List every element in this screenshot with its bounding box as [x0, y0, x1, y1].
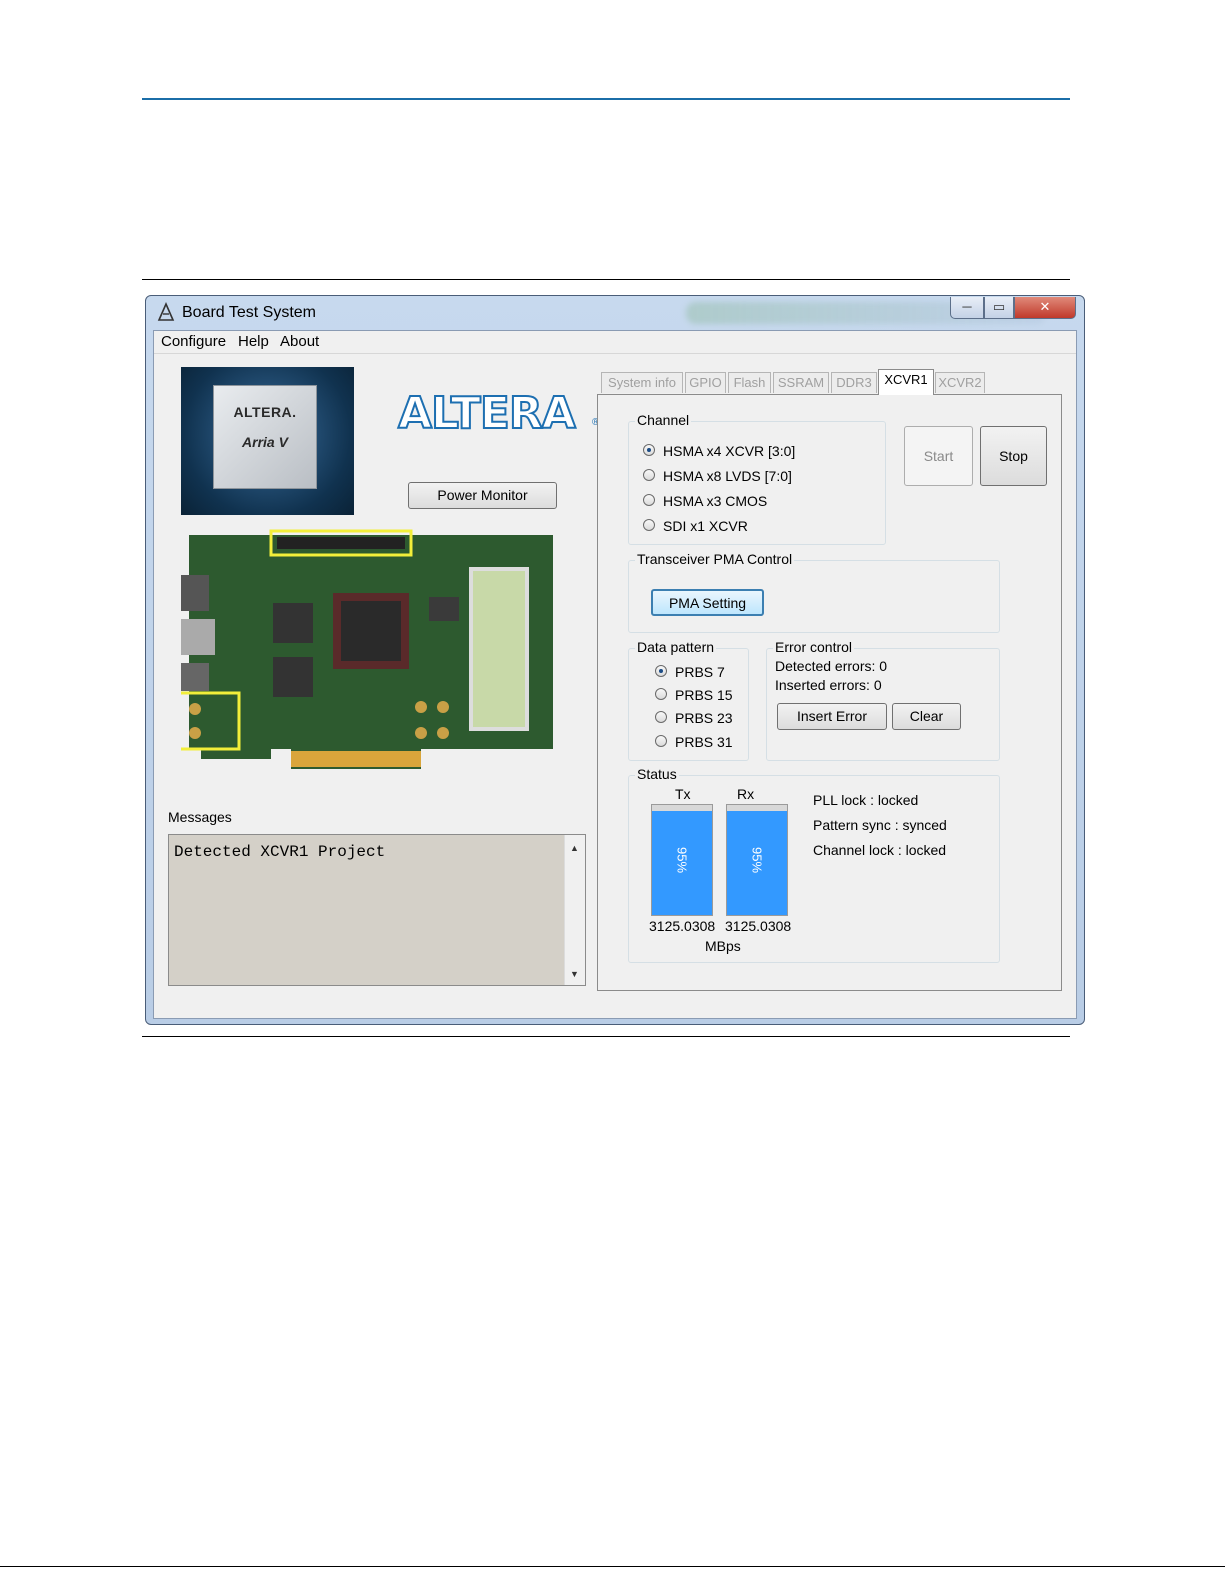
- tab-gpio[interactable]: GPIO: [685, 372, 726, 393]
- tx-rate-text: 3125.0308: [649, 918, 716, 934]
- channel-option-hsma-x4-xcvr[interactable]: HSMA x4 XCVR [3:0]: [643, 442, 795, 460]
- tab-xcvr2[interactable]: XCVR2: [935, 372, 985, 393]
- pattern-option-prbs31[interactable]: PRBS 31: [655, 733, 733, 751]
- tab-xcvr1[interactable]: XCVR1: [878, 369, 934, 395]
- messages-label: Messages: [168, 809, 232, 825]
- pma-control-title: Transceiver PMA Control: [635, 551, 795, 567]
- window-controls: ─ ▭ ✕: [950, 297, 1078, 319]
- tab-system-info[interactable]: System info: [601, 372, 683, 393]
- altera-logo-text: ALTERA: [397, 388, 577, 440]
- figure-top-rule: [142, 279, 1070, 280]
- messages-scrollbar[interactable]: ▲ ▼: [564, 835, 585, 985]
- radio-icon[interactable]: [655, 735, 667, 747]
- pll-lock-text: PLL lock : locked: [813, 792, 919, 808]
- menu-bar: Configure Help About: [154, 331, 1076, 354]
- pattern-option-prbs15[interactable]: PRBS 15: [655, 686, 733, 704]
- title-bar[interactable]: Board Test System ─ ▭ ✕: [146, 296, 1084, 330]
- rx-percent-text: 95%: [749, 846, 765, 874]
- board-image[interactable]: [181, 527, 561, 769]
- menu-help[interactable]: Help: [238, 333, 269, 350]
- data-pattern-group: Data pattern PRBS 7 PRBS 15 PRBS 23 PRBS…: [628, 639, 749, 761]
- stop-button[interactable]: Stop: [980, 426, 1047, 486]
- client-area: Configure Help About ALTERA. Arria V ALT…: [153, 330, 1077, 1019]
- data-pattern-title: Data pattern: [635, 639, 717, 655]
- channel-lock-text: Channel lock : locked: [813, 842, 947, 858]
- close-button[interactable]: ✕: [1014, 297, 1076, 319]
- tab-ddr3[interactable]: DDR3: [831, 372, 877, 393]
- channel-option-sdi-x1-xcvr[interactable]: SDI x1 XCVR: [643, 517, 748, 535]
- channel-title: Channel: [635, 412, 692, 428]
- minimize-button[interactable]: ─: [950, 297, 984, 319]
- chip-name-text: Arria V: [242, 434, 288, 450]
- clear-button[interactable]: Clear: [892, 703, 961, 730]
- arria-v-chip-image: ALTERA. Arria V: [181, 367, 354, 515]
- radio-icon[interactable]: [643, 519, 655, 531]
- status-group: Status Tx Rx 95% 95% 3125.0308 3125.0308…: [628, 766, 1000, 963]
- start-button[interactable]: Start: [904, 426, 973, 486]
- error-control-title: Error control: [773, 639, 855, 655]
- radio-selected-icon[interactable]: [643, 444, 655, 456]
- channel-option-hsma-x3-cmos[interactable]: HSMA x3 CMOS: [643, 492, 767, 510]
- page-bottom-rule: [0, 1566, 1225, 1567]
- scroll-down-arrow-icon[interactable]: ▼: [570, 969, 579, 979]
- header-rule: [142, 98, 1070, 100]
- window-title: Board Test System: [182, 304, 316, 321]
- inserted-errors-text: Inserted errors: 0: [775, 677, 882, 693]
- maximize-button[interactable]: ▭: [984, 297, 1014, 319]
- channel-group: Channel HSMA x4 XCVR [3:0] HSMA x8 LVDS …: [628, 412, 886, 545]
- tx-label: Tx: [675, 786, 691, 802]
- radio-icon[interactable]: [655, 688, 667, 700]
- rx-rate-text: 3125.0308: [725, 918, 792, 934]
- status-title: Status: [635, 766, 679, 782]
- xcvr1-panel: Channel HSMA x4 XCVR [3:0] HSMA x8 LVDS …: [597, 394, 1062, 991]
- radio-icon[interactable]: [643, 494, 655, 506]
- rx-label: Rx: [737, 786, 755, 802]
- altera-app-icon: [157, 302, 175, 321]
- rate-unit-text: MBps: [705, 938, 741, 954]
- pattern-option-prbs23[interactable]: PRBS 23: [655, 709, 733, 727]
- error-control-group: Error control Detected errors: 0 Inserte…: [766, 639, 1000, 761]
- scroll-up-arrow-icon[interactable]: ▲: [570, 843, 579, 853]
- menu-configure[interactable]: Configure: [161, 333, 226, 350]
- insert-error-button[interactable]: Insert Error: [777, 703, 887, 730]
- chip-package: ALTERA. Arria V: [213, 385, 317, 489]
- tab-flash[interactable]: Flash: [728, 372, 771, 393]
- chip-brand-text: ALTERA.: [233, 404, 297, 420]
- messages-textarea[interactable]: Detected XCVR1 Project ▲ ▼: [168, 834, 586, 986]
- detected-errors-text: Detected errors: 0: [775, 658, 888, 674]
- rx-throughput-bar: 95%: [726, 804, 788, 916]
- pma-control-group: Transceiver PMA Control PMA Setting: [628, 551, 1000, 633]
- radio-icon[interactable]: [643, 469, 655, 481]
- power-monitor-button[interactable]: Power Monitor: [408, 482, 557, 509]
- menu-about[interactable]: About: [280, 333, 319, 350]
- tx-percent-text: 95%: [674, 846, 690, 874]
- message-line: Detected XCVR1 Project: [174, 843, 386, 861]
- board-test-system-window: Board Test System ─ ▭ ✕ Configure Help A…: [145, 295, 1085, 1025]
- pma-setting-button[interactable]: PMA Setting: [651, 589, 764, 616]
- pattern-sync-text: Pattern sync : synced: [813, 817, 947, 833]
- radio-icon[interactable]: [655, 711, 667, 723]
- channel-option-hsma-x8-lvds[interactable]: HSMA x8 LVDS [7:0]: [643, 467, 792, 485]
- altera-logo: ALTERA ®: [397, 388, 599, 440]
- tab-ssram[interactable]: SSRAM: [773, 372, 829, 393]
- figure-bottom-rule: [142, 1036, 1070, 1037]
- tx-throughput-bar: 95%: [651, 804, 713, 916]
- pattern-option-prbs7[interactable]: PRBS 7: [655, 663, 725, 681]
- radio-selected-icon[interactable]: [655, 665, 667, 677]
